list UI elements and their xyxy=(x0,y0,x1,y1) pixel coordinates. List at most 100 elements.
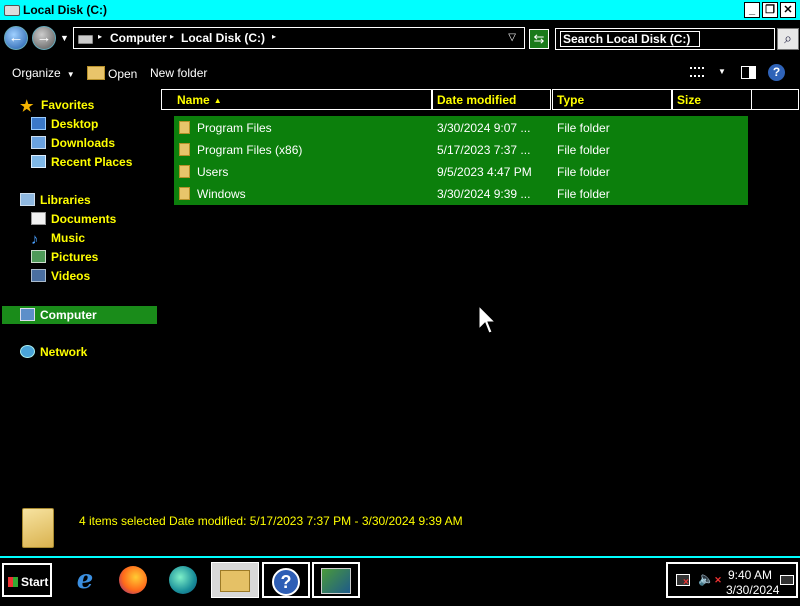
organize-label: Organize xyxy=(12,66,61,80)
minimize-button[interactable]: _ xyxy=(744,2,760,18)
column-label: Name xyxy=(177,93,210,107)
file-name: Program Files xyxy=(197,121,272,135)
breadcrumb-separator-icon[interactable]: ▸ xyxy=(272,32,276,41)
sort-ascending-icon: ▲ xyxy=(213,96,222,105)
column-header-name[interactable]: Name ▲ xyxy=(161,89,432,110)
restore-button[interactable]: ❐ xyxy=(762,2,778,18)
breadcrumb-local-disk[interactable]: Local Disk (C:) xyxy=(181,31,265,45)
address-dropdown-icon[interactable]: ▽ xyxy=(508,32,516,43)
details-pane: 4 items selected Date modified: 5/17/202… xyxy=(0,500,800,556)
breadcrumb-separator-icon[interactable]: ▸ xyxy=(170,32,174,41)
file-row[interactable]: Users 9/5/2023 4:47 PM File folder xyxy=(174,161,748,183)
documents-icon xyxy=(31,212,46,225)
file-name: Windows xyxy=(197,187,246,201)
forward-button[interactable]: → xyxy=(32,26,56,50)
nav-pictures[interactable]: Pictures xyxy=(31,250,98,268)
new-folder-button[interactable]: New folder xyxy=(150,66,207,80)
show-desktop-icon[interactable] xyxy=(780,575,794,585)
nav-label: Computer xyxy=(40,308,97,322)
search-icon[interactable]: ⌕ xyxy=(777,28,799,50)
open-label: Open xyxy=(108,67,138,81)
network-icon xyxy=(20,345,35,358)
file-row[interactable]: Program Files (x86) 5/17/2023 7:37 ... F… xyxy=(174,139,748,161)
file-date: 3/30/2024 9:39 ... xyxy=(437,187,531,201)
desktop-icon xyxy=(31,117,46,130)
folder-icon xyxy=(179,165,190,178)
star-icon: ★ xyxy=(20,98,34,115)
open-button[interactable]: Open xyxy=(87,66,137,81)
libraries-icon xyxy=(20,193,35,206)
search-box[interactable] xyxy=(555,28,775,50)
file-type: File folder xyxy=(557,121,610,135)
title-bar: Local Disk (C:) _ ❐ ✕ xyxy=(0,0,800,20)
computer-icon xyxy=(20,308,35,321)
system-tray: 🔈✕ 9:40 AM 3/30/2024 xyxy=(666,562,798,598)
file-type: File folder xyxy=(557,143,610,157)
network-disconnected-icon[interactable] xyxy=(676,574,690,588)
column-header-blank xyxy=(751,89,799,110)
nav-videos[interactable]: Videos xyxy=(31,269,90,287)
search-input[interactable] xyxy=(560,31,700,47)
file-row[interactable]: Windows 3/30/2024 9:39 ... File folder xyxy=(174,183,748,205)
navigation-pane: ★ Favorites Desktop Downloads Recent Plac… xyxy=(0,88,160,498)
nav-desktop[interactable]: Desktop xyxy=(31,117,98,135)
preview-pane-icon[interactable] xyxy=(741,66,756,79)
start-button[interactable]: Start xyxy=(2,563,52,597)
help-and-support-icon[interactable]: ? xyxy=(262,562,310,598)
folder-icon xyxy=(179,187,190,200)
taskbar: Start e ? 🔈✕ 9:40 AM 3/30/2024 xyxy=(0,556,800,600)
close-button[interactable]: ✕ xyxy=(780,2,796,18)
nav-label: Documents xyxy=(51,212,117,226)
breadcrumb-separator-icon[interactable]: ▸ xyxy=(98,32,102,41)
drive-icon xyxy=(4,5,20,16)
file-date: 3/30/2024 9:07 ... xyxy=(437,121,531,135)
nav-label: Music xyxy=(51,231,86,245)
nav-recent-places[interactable]: Recent Places xyxy=(31,155,132,173)
nav-libraries[interactable]: Libraries xyxy=(20,193,91,211)
file-row[interactable]: Program Files 3/30/2024 9:07 ... File fo… xyxy=(174,117,748,139)
videos-icon xyxy=(31,269,46,282)
address-row: ← → ▼ ▸ Computer ▸ Local Disk (C:) ▸ ▽ ⇆… xyxy=(0,24,800,54)
clock-time[interactable]: 9:40 AM xyxy=(726,568,774,582)
nav-computer[interactable]: Computer xyxy=(2,306,157,324)
music-icon: ♪ xyxy=(31,231,39,248)
open-folder-icon xyxy=(87,66,105,80)
nav-label: Pictures xyxy=(51,250,99,264)
nav-label: Desktop xyxy=(51,117,99,131)
selection-details: 4 items selected Date modified: 5/17/202… xyxy=(79,514,463,528)
mouse-cursor-icon xyxy=(478,305,496,334)
remote-desktop-icon[interactable] xyxy=(312,562,360,598)
back-button[interactable]: ← xyxy=(4,26,28,50)
file-type: File folder xyxy=(557,165,610,179)
address-bar[interactable]: ▸ Computer ▸ Local Disk (C:) ▸ ▽ xyxy=(73,27,525,49)
volume-muted-icon[interactable]: 🔈✕ xyxy=(698,571,722,587)
breadcrumb-computer[interactable]: Computer xyxy=(110,31,167,45)
help-icon[interactable]: ? xyxy=(768,64,785,81)
file-name: Users xyxy=(197,165,229,179)
nav-label: Libraries xyxy=(40,193,91,207)
column-header-size[interactable]: Size xyxy=(672,89,752,110)
column-header-type[interactable]: Type xyxy=(552,89,672,110)
windows-logo-icon xyxy=(8,577,18,587)
nav-network[interactable]: Network xyxy=(20,345,87,363)
clock-date[interactable]: 3/30/2024 xyxy=(726,583,779,597)
file-name: Program Files (x86) xyxy=(197,143,303,157)
internet-explorer-icon[interactable]: e xyxy=(64,562,106,598)
edge-icon[interactable] xyxy=(162,562,204,598)
views-dropdown-icon[interactable]: ▼ xyxy=(718,67,726,76)
nav-label: Downloads xyxy=(51,136,116,150)
views-icon[interactable] xyxy=(690,67,704,77)
drive-icon xyxy=(78,35,93,44)
refresh-button[interactable]: ⇆ xyxy=(529,29,549,49)
file-explorer-icon[interactable] xyxy=(211,562,259,598)
column-header-date[interactable]: Date modified xyxy=(432,89,551,110)
nav-music[interactable]: ♪ Music xyxy=(31,231,85,249)
chevron-down-icon: ▼ xyxy=(66,70,75,79)
history-dropdown-icon[interactable]: ▼ xyxy=(60,33,69,43)
organize-button[interactable]: Organize ▼ xyxy=(12,66,75,80)
nav-label: Recent Places xyxy=(51,155,133,169)
nav-documents[interactable]: Documents xyxy=(31,212,116,230)
firefox-icon[interactable] xyxy=(112,562,154,598)
nav-downloads[interactable]: Downloads xyxy=(31,136,115,154)
nav-favorites[interactable]: ★ Favorites xyxy=(20,98,94,116)
